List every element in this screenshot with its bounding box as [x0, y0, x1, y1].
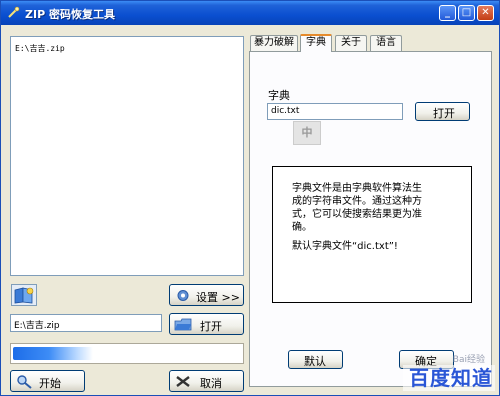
minimize-button[interactable]: _	[439, 5, 456, 21]
info-line: 默认字典文件“dic.txt”!	[292, 241, 398, 252]
maximize-button[interactable]: □	[458, 5, 475, 21]
progress-bar	[10, 343, 244, 364]
gear-icon	[177, 290, 189, 301]
open-folder-icon	[174, 318, 192, 331]
tab-language[interactable]: 语言	[370, 35, 402, 51]
dictionary-file-input[interactable]: dic.txt	[267, 103, 403, 120]
title-bar[interactable]: ZIP 密码恢复工具 _ □ ✕	[1, 1, 499, 25]
file-list[interactable]: E:\吉吉.zip	[10, 36, 244, 276]
open-dictionary-button-label: 打开	[433, 107, 455, 120]
zip-path-input[interactable]: E:\吉吉.zip	[10, 314, 162, 332]
watermark-text: 百度知道	[409, 366, 493, 390]
book-icon	[14, 287, 34, 304]
start-button[interactable]: 开始	[10, 370, 85, 392]
magnifier-icon	[17, 375, 32, 389]
default-button[interactable]: 默认	[288, 350, 343, 369]
start-button-label: 开始	[39, 377, 61, 390]
open-zip-button-label: 打开	[200, 320, 222, 333]
dictionary-info-box: 字典文件是由字典软件算法生 成的字符串文件。通过这种方 式，它可以使搜索结果更为…	[272, 166, 472, 303]
settings-button[interactable]: 设置 >>	[169, 284, 244, 306]
dictionary-section-label: 字典	[268, 89, 290, 102]
tab-dictionary[interactable]: 字典	[300, 34, 332, 52]
cancel-button-label: 取消	[200, 377, 222, 390]
open-zip-button[interactable]: 打开	[169, 313, 244, 335]
window-title: ZIP 密码恢复工具	[25, 8, 115, 21]
ime-indicator: 中	[293, 121, 321, 145]
progress-fill	[13, 347, 93, 360]
watermark: 百度知道	[403, 365, 495, 391]
settings-button-label: 设置 >>	[196, 291, 240, 304]
list-item[interactable]: E:\吉吉.zip	[15, 43, 65, 54]
tab-brute-force[interactable]: 暴力破解	[250, 35, 298, 51]
open-dictionary-button[interactable]: 打开	[415, 102, 470, 121]
info-line: 确。	[292, 222, 312, 233]
cancel-button[interactable]: 取消	[169, 370, 244, 392]
close-button[interactable]: ✕	[477, 5, 494, 21]
app-window: ZIP 密码恢复工具 _ □ ✕ E:\吉吉.zip 设置 >> E:\吉吉.z…	[0, 0, 500, 396]
cancel-icon	[176, 376, 190, 387]
help-button[interactable]	[11, 284, 37, 306]
tab-about[interactable]: 关于	[335, 35, 367, 51]
default-button-label: 默认	[304, 355, 326, 368]
app-icon	[8, 6, 20, 18]
